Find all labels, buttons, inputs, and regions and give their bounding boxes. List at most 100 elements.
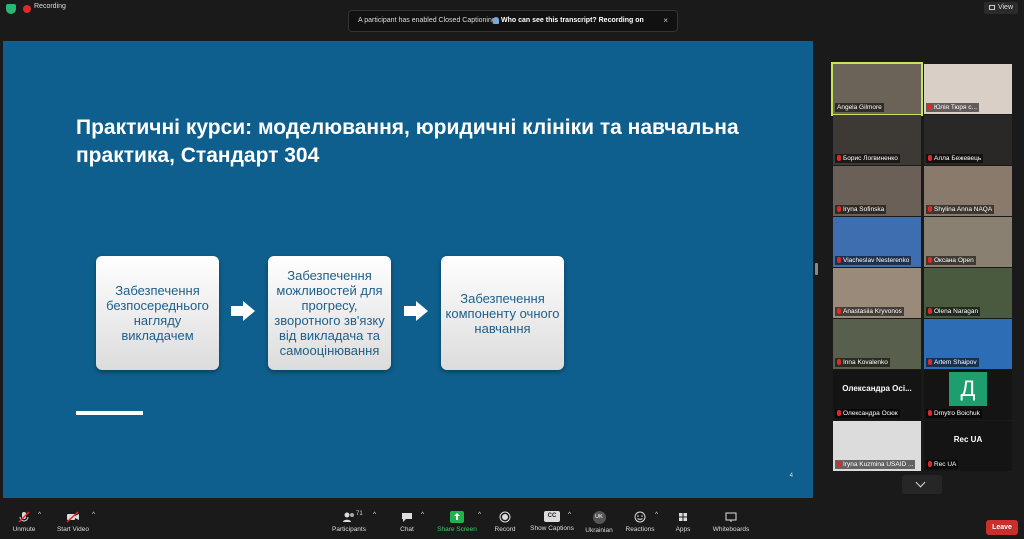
grid-icon [988,5,995,10]
slide-page-number: 4 [789,473,793,479]
participant-tile[interactable]: Iryna Kuzmina USAID ... [833,421,921,471]
security-shield-icon[interactable] [6,4,16,14]
participant-name-text: Artem Shaipov [934,359,977,366]
unmute-label: Unmute [12,526,36,533]
muted-mic-icon [837,257,841,263]
whiteboards-button[interactable]: Whiteboards [711,511,751,533]
transcript-info-link[interactable]: Who can see this transcript? Recording o… [501,11,644,31]
participants-icon [342,511,356,523]
participant-tile[interactable]: Iryna Sofinska [833,166,921,216]
participant-name-text: Алла Бежевець [934,155,982,162]
slide-title: Практичні курси: моделювання, юридичні к… [76,116,739,167]
participant-name-text: Борис Логвиненко [843,155,898,162]
reactions-emoji-icon [633,511,647,523]
slide-card-3: Забезпечення компоненту очного навчання [441,256,564,370]
muted-mic-icon [928,155,932,161]
share-options-caret[interactable]: ^ [478,511,481,518]
view-button[interactable]: View [983,2,1018,14]
captions-icon: CC [544,511,560,522]
participant-name: Iryna Kuzmina USAID ... [835,460,916,469]
apps-button[interactable]: Apps [672,511,694,533]
apps-label: Apps [675,526,691,533]
chevron-down-icon [915,477,926,488]
participant-name-text: Оксана Open [934,257,974,264]
muted-mic-icon [837,206,841,212]
participant-name-text: Юлія Тюря с... [934,104,977,111]
record-button[interactable]: Record [492,511,518,533]
participant-tile[interactable]: Viacheslav Nesterenko [833,217,921,267]
shared-screen-slide: Практичні курси: моделювання, юридичні к… [3,41,813,498]
chat-button[interactable]: Chat [396,511,418,533]
captions-options-caret[interactable]: ^ [568,511,571,518]
meeting-toolbar: Unmute ^ Start Video ^ Participants 71 ^… [0,508,1024,539]
participant-tile[interactable]: Shylina Anna NAQA [924,166,1012,216]
apps-icon [676,511,690,523]
participant-name-text: Rec UA [934,461,957,468]
start-video-button[interactable]: Start Video [54,511,92,533]
participant-tile[interactable]: Angela Gilmore [831,62,923,116]
whiteboards-label: Whiteboards [712,526,750,533]
start-video-label: Start Video [56,526,90,533]
participant-tile[interactable]: Olena Naragan [924,268,1012,318]
share-screen-button[interactable]: Share Screen [436,511,478,533]
participant-name-text: Shylina Anna NAQA [934,206,993,213]
share-screen-label: Share Screen [437,526,477,533]
participant-tile[interactable]: Rec UA Rec UA [924,421,1012,471]
unmute-button[interactable]: Unmute [10,511,38,533]
participant-name-text: Олександра Осюк [843,410,898,417]
captioning-banner: A participant has enabled Closed Caption… [348,10,678,32]
participant-tile[interactable]: Олександра Осі... Олександра Осюк [833,370,921,420]
participant-tile[interactable]: Алла Бежевець [924,115,1012,165]
participant-tile[interactable]: Борис Логвиненко [833,115,921,165]
audio-options-caret[interactable]: ^ [38,511,41,518]
recording-label: Recording [34,3,66,10]
close-banner-icon[interactable]: × [663,11,668,31]
muted-mic-icon [928,461,932,467]
participant-name: Artem Shaipov [926,358,979,367]
reactions-options-caret[interactable]: ^ [655,511,658,518]
muted-mic-icon [837,410,841,416]
chat-options-caret[interactable]: ^ [421,511,424,518]
chat-label: Chat [400,526,414,533]
participant-name: Юлія Тюря с... [926,103,979,112]
participant-tile[interactable]: Artem Shaipov [924,319,1012,369]
participant-name-text: Anastasiia Kryvonos [843,308,902,315]
participant-display-name: Rec UA [953,435,983,444]
participant-name: Angela Gilmore [835,103,884,112]
meeting-top-bar: Recording View A participant has enabled… [0,0,1024,40]
video-options-caret[interactable]: ^ [92,511,95,518]
participant-name: Olena Naragan [926,307,981,316]
leave-button[interactable]: Leave [986,520,1018,535]
gallery-scroll-down-button[interactable] [902,475,942,494]
record-label: Record [494,526,516,533]
participant-tile[interactable]: Оксана Open [924,217,1012,267]
participant-name: Алла Бежевець [926,154,984,163]
participant-avatar-letter: Д [949,372,987,406]
participants-label: Participants [332,526,366,533]
participant-tile[interactable]: Д Dmytro Boichuk [924,370,1012,420]
person-icon [493,17,499,24]
participant-name: Оксана Open [926,256,976,265]
language-badge-icon: UK [592,511,606,524]
participant-name-text: Iryna Kuzmina USAID ... [843,461,914,468]
participant-name: Viacheslav Nesterenko [835,256,912,265]
participants-options-caret[interactable]: ^ [373,511,376,518]
participant-name: Anastasiia Kryvonos [835,307,904,316]
show-captions-label: Show Captions [530,525,574,532]
muted-mic-icon [837,359,841,365]
language-button[interactable]: UK Ukrainian [582,511,616,534]
video-off-icon [66,511,80,523]
participant-tile[interactable]: Юлія Тюря с... [924,64,1012,114]
share-screen-arrow-icon [450,511,464,523]
participant-name-text: Dmytro Boichuk [934,410,980,417]
recording-indicator-icon [23,5,31,13]
panel-resize-handle[interactable] [815,263,818,275]
muted-mic-icon [928,308,932,314]
participant-display-name: Олександра Осі... [842,384,912,393]
reactions-button[interactable]: Reactions [624,511,656,533]
participant-tile[interactable]: Inna Kovalenko [833,319,921,369]
ukrainian-label: Ukrainian [585,527,613,534]
participant-name-text: Iryna Sofinska [843,206,885,213]
participant-tile[interactable]: Anastasiia Kryvonos [833,268,921,318]
participants-count: 71 [356,511,363,517]
